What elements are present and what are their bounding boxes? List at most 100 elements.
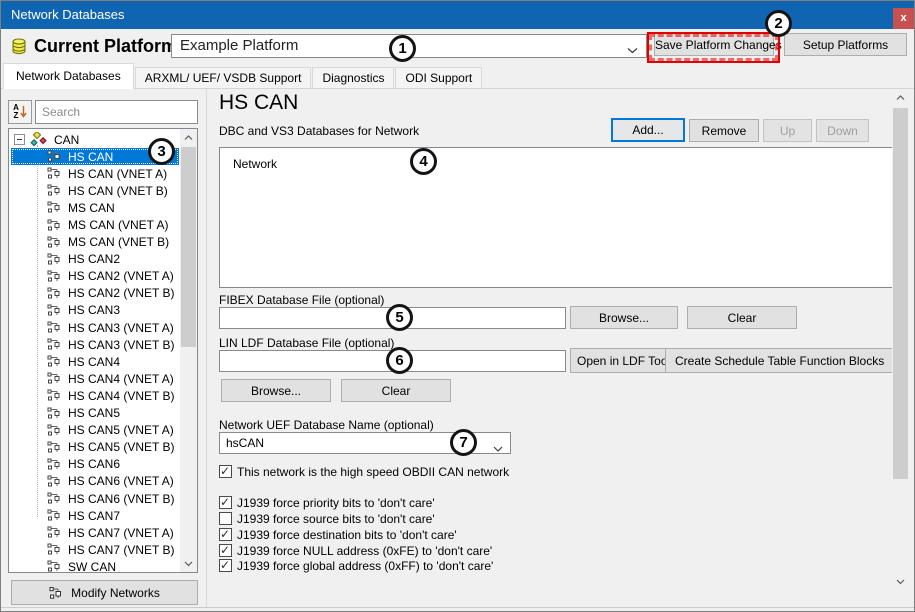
- tree-item[interactable]: HS CAN (VNET B): [11, 182, 179, 199]
- network-node-icon: [47, 458, 62, 471]
- lin-ldf-file-input[interactable]: [219, 350, 566, 372]
- save-platform-changes-button[interactable]: Save Platform Changes: [654, 33, 774, 56]
- dbc-vs3-label: DBC and VS3 Databases for Network: [219, 124, 419, 138]
- chevron-down-icon: [493, 441, 503, 455]
- j1939-checkbox-row[interactable]: J1939 force NULL address (0xFE) to 'don'…: [219, 543, 492, 558]
- setup-platforms-button[interactable]: Setup Platforms: [784, 33, 907, 56]
- tree-item[interactable]: HS CAN6 (VNET B): [11, 490, 179, 507]
- network-tree[interactable]: CAN HS CAN HS CAN (VNET A) HS CAN (VNET …: [8, 128, 198, 573]
- tree-item-label: MS CAN (VNET A): [65, 218, 171, 232]
- tree-item-label: HS CAN4 (VNET B): [65, 389, 177, 403]
- j1939-checkbox-row[interactable]: J1939 force priority bits to 'don't care…: [219, 495, 435, 510]
- platform-select[interactable]: Example Platform: [171, 34, 647, 58]
- uef-name-select[interactable]: hsCAN: [219, 432, 511, 454]
- fibex-clear-button[interactable]: Clear: [687, 306, 797, 329]
- tab-network-databases[interactable]: Network Databases: [3, 63, 134, 89]
- tab-odi-support[interactable]: ODI Support: [395, 67, 482, 88]
- close-button[interactable]: x: [893, 8, 914, 29]
- tree-item[interactable]: HS CAN5: [11, 405, 179, 422]
- lin-clear-button[interactable]: Clear: [341, 379, 451, 402]
- scroll-down-icon[interactable]: [180, 555, 197, 572]
- tree-item[interactable]: HS CAN4 (VNET A): [11, 370, 179, 387]
- tree-item[interactable]: HS CAN3 (VNET B): [11, 336, 179, 353]
- lin-browse-button[interactable]: Browse...: [221, 379, 331, 402]
- modify-networks-label: Modify Networks: [71, 586, 160, 600]
- tree-scrollbar[interactable]: [180, 129, 197, 572]
- tree-item[interactable]: HS CAN7 (VNET A): [11, 524, 179, 541]
- tree-item-label: HS CAN: [65, 150, 116, 164]
- tree-item[interactable]: HS CAN2: [11, 251, 179, 268]
- database-list[interactable]: Network: [219, 147, 895, 288]
- tree-item[interactable]: HS CAN5 (VNET A): [11, 422, 179, 439]
- tree-item[interactable]: HS CAN4 (VNET B): [11, 387, 179, 404]
- window-title: Network Databases: [11, 1, 124, 29]
- tree-item[interactable]: HS CAN6 (VNET A): [11, 473, 179, 490]
- tree-scrollbar-thumb[interactable]: [181, 147, 196, 347]
- network-node-icon: [47, 304, 62, 317]
- uef-name-value: hsCAN: [226, 433, 264, 453]
- j1939-checkbox-row[interactable]: J1939 force global address (0xFF) to 'do…: [219, 558, 493, 573]
- tree-item-label: SW CAN: [65, 560, 119, 573]
- network-node-icon: [47, 475, 62, 488]
- tree-item[interactable]: HS CAN: [11, 148, 179, 165]
- obdii-checkbox[interactable]: [219, 465, 232, 478]
- tree-item[interactable]: MS CAN (VNET B): [11, 234, 179, 251]
- tree-item-label: HS CAN (VNET B): [65, 184, 171, 198]
- network-node-icon: [47, 236, 62, 249]
- tree-item[interactable]: MS CAN (VNET A): [11, 216, 179, 233]
- can-bus-icon: [29, 132, 47, 147]
- obdii-checkbox-row[interactable]: This network is the high speed OBDII CAN…: [219, 464, 509, 479]
- network-node-icon: [47, 287, 62, 300]
- scroll-down-icon[interactable]: [892, 573, 909, 590]
- j1939-checkbox-label: J1939 force destination bits to 'don't c…: [237, 528, 457, 542]
- scroll-up-icon[interactable]: [892, 89, 909, 106]
- tree-item[interactable]: HS CAN5 (VNET B): [11, 439, 179, 456]
- tree-item[interactable]: HS CAN3: [11, 302, 179, 319]
- fibex-browse-button[interactable]: Browse...: [570, 306, 678, 329]
- obdii-checkbox-label: This network is the high speed OBDII CAN…: [237, 465, 509, 479]
- tree-item[interactable]: HS CAN (VNET A): [11, 165, 179, 182]
- database-list-item[interactable]: Network: [233, 157, 277, 171]
- main-scrollbar-thumb[interactable]: [893, 108, 908, 479]
- network-node-icon: [47, 338, 62, 351]
- add-button[interactable]: Add...: [611, 118, 685, 142]
- remove-button[interactable]: Remove: [689, 119, 759, 142]
- tab-arxml-uef-vsdb-support[interactable]: ARXML/ UEF/ VSDB Support: [135, 67, 312, 88]
- j1939-checkbox[interactable]: [219, 559, 232, 572]
- j1939-checkbox-row[interactable]: J1939 force destination bits to 'don't c…: [219, 527, 457, 542]
- tree-item[interactable]: HS CAN6: [11, 456, 179, 473]
- tree-root-can[interactable]: CAN: [11, 131, 179, 148]
- collapse-icon[interactable]: [14, 134, 25, 145]
- scroll-up-icon[interactable]: [180, 129, 197, 146]
- tree-item[interactable]: MS CAN: [11, 199, 179, 216]
- tree-item-label: HS CAN6 (VNET A): [65, 474, 177, 488]
- tree-item[interactable]: HS CAN7: [11, 507, 179, 524]
- down-button[interactable]: Down: [816, 119, 869, 142]
- up-button[interactable]: Up: [763, 119, 812, 142]
- search-input[interactable]: [35, 100, 198, 124]
- tree-item[interactable]: HS CAN2 (VNET A): [11, 268, 179, 285]
- modify-networks-button[interactable]: Modify Networks: [11, 580, 198, 605]
- fibex-file-input[interactable]: [219, 307, 566, 329]
- tab-diagnostics[interactable]: Diagnostics: [312, 67, 394, 88]
- tree-item[interactable]: HS CAN2 (VNET B): [11, 285, 179, 302]
- j1939-checkbox[interactable]: [219, 528, 232, 541]
- j1939-checkbox[interactable]: [219, 496, 232, 509]
- j1939-checkbox-row[interactable]: J1939 force source bits to 'don't care': [219, 511, 435, 526]
- j1939-checkbox[interactable]: [219, 512, 232, 525]
- main-scrollbar[interactable]: [892, 89, 909, 590]
- tree-item[interactable]: SW CAN: [11, 558, 179, 573]
- network-node-icon: [47, 492, 62, 505]
- open-ldf-tool-button[interactable]: Open in LDF Tool: [570, 348, 677, 373]
- network-databases-window: Network Databases x Current Platform Exa…: [0, 0, 915, 612]
- tree-item[interactable]: HS CAN4: [11, 353, 179, 370]
- network-node-icon: [47, 407, 62, 420]
- tree-item[interactable]: HS CAN3 (VNET A): [11, 319, 179, 336]
- database-icon: [11, 38, 27, 58]
- tree-item-label: HS CAN5: [65, 406, 123, 420]
- tree-item[interactable]: HS CAN7 (VNET B): [11, 541, 179, 558]
- sort-az-button[interactable]: AZ: [8, 100, 32, 124]
- j1939-checkbox[interactable]: [219, 544, 232, 557]
- tree-item-label: HS CAN5 (VNET A): [65, 423, 177, 437]
- create-schedule-table-button[interactable]: Create Schedule Table Function Blocks: [665, 348, 894, 373]
